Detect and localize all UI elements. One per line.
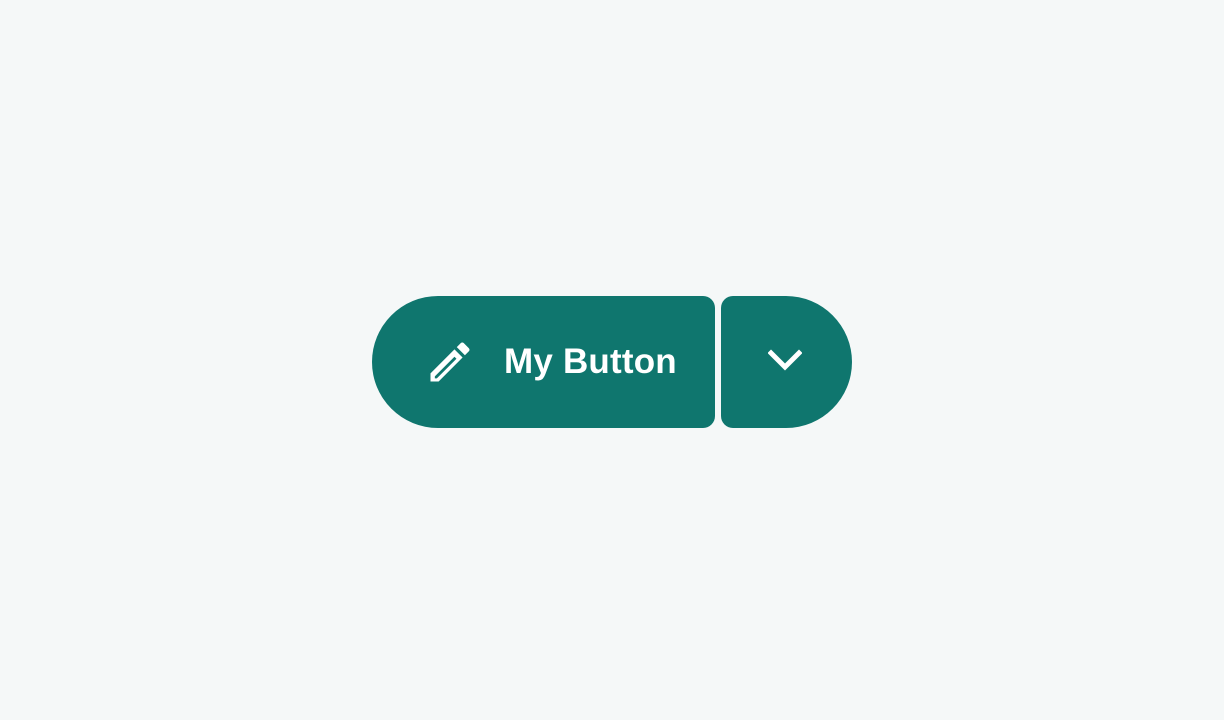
split-button-label: My Button — [504, 342, 677, 381]
chevron-down-icon — [766, 348, 803, 376]
split-button-menu-toggle[interactable] — [721, 296, 852, 428]
split-button: My Button — [372, 296, 852, 428]
pencil-icon — [422, 334, 478, 390]
page-canvas: My Button — [0, 0, 1224, 720]
split-button-primary-action[interactable]: My Button — [372, 296, 715, 428]
